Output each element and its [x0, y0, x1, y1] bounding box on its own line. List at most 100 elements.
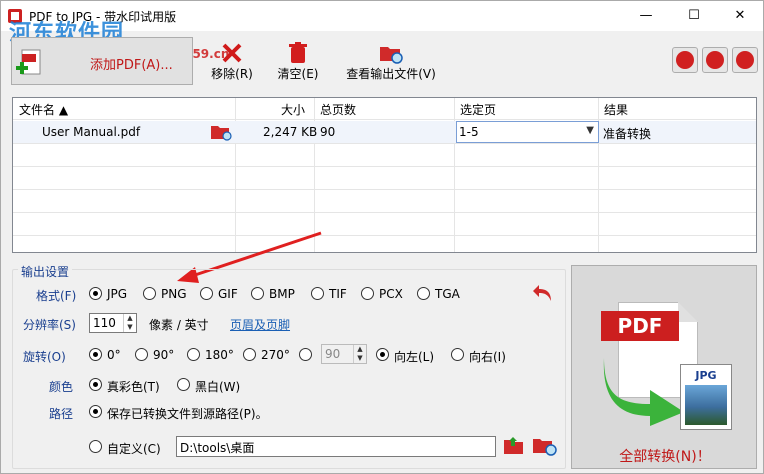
help-button[interactable]: [732, 47, 758, 73]
page-fold: [678, 302, 698, 322]
format-pcx-radio[interactable]: [361, 287, 374, 300]
rotate-custom-spinner: 90 ▲ ▼: [321, 344, 367, 364]
table-row[interactable]: User Manual.pdf 2,247 KB 90 准备转换: [13, 121, 756, 143]
row-divider: [13, 143, 756, 144]
add-pdf-button[interactable]: 添加PDF(A)...: [11, 37, 193, 85]
format-pcx-label: PCX: [379, 287, 403, 301]
register-button[interactable]: [702, 47, 728, 73]
rotate-label: 旋转(O): [23, 350, 66, 364]
color-true-label: 真彩色(T): [107, 380, 160, 394]
folder-search-icon[interactable]: [532, 435, 558, 457]
output-path-input[interactable]: D:\tools\桌面: [176, 436, 496, 457]
maximize-button[interactable]: ☐: [671, 3, 717, 29]
undo-icon[interactable]: [531, 281, 555, 303]
rotate-custom-value: 90: [325, 347, 341, 361]
path-custom-radio[interactable]: [89, 440, 102, 453]
remove-button[interactable]: 移除(R): [207, 41, 257, 85]
web-button[interactable]: [672, 47, 698, 73]
format-png-label: PNG: [161, 287, 187, 301]
row-size: 2,247 KB: [263, 125, 318, 139]
direction-left-radio[interactable]: [376, 348, 389, 361]
selected-pages-value: 1-5: [459, 125, 479, 139]
jpg-image-icon: JPG: [680, 364, 732, 430]
format-gif-label: GIF: [218, 287, 238, 301]
column-filename[interactable]: 文件名 ▲: [19, 101, 68, 118]
rotate-0-label: 0°: [107, 348, 121, 362]
view-output-button[interactable]: 查看输出文件(V): [341, 41, 441, 85]
rotate-270-radio[interactable]: [243, 348, 256, 361]
app-window: PDF to JPG - 带水印试用版 — ☐ ✕ 河东软件园 www.pc03…: [0, 0, 764, 474]
red-x-icon: [222, 43, 242, 63]
path-source-radio[interactable]: [89, 405, 102, 418]
resolution-unit: 像素 / 英寸: [149, 318, 209, 332]
convert-all-button[interactable]: PDF JPG 全部转换(N)！: [571, 265, 757, 469]
rotate-custom-radio[interactable]: [299, 348, 312, 361]
format-bmp-radio[interactable]: [251, 287, 264, 300]
jpg-badge: JPG: [695, 369, 717, 382]
key-icon: [706, 51, 724, 69]
header-footer-link[interactable]: 页眉及页脚: [230, 316, 290, 333]
green-arrow-icon: [603, 358, 684, 426]
chevron-down-icon: ▼: [586, 125, 594, 136]
path-source-label: 保存已转换文件到源路径(P)。: [107, 407, 268, 421]
rotate-90-radio[interactable]: [135, 348, 148, 361]
path-label: 路径: [49, 407, 74, 421]
row-divider: [13, 166, 756, 167]
resolution-label: 分辨率(S): [23, 318, 76, 332]
row-divider: [13, 235, 756, 236]
path-custom-label: 自定义(C): [107, 442, 161, 456]
rotate-90-label: 90°: [153, 348, 175, 362]
output-settings-title: 输出设置: [18, 263, 73, 280]
convert-all-label: 全部转换(N)！: [619, 449, 711, 465]
direction-right-radio[interactable]: [451, 348, 464, 361]
format-tga-radio[interactable]: [417, 287, 430, 300]
remove-label: 移除(R): [211, 67, 253, 81]
color-true-radio[interactable]: [89, 378, 102, 391]
format-tif-label: TIF: [329, 287, 347, 301]
pdf-badge: PDF: [601, 311, 679, 341]
direction-left-label: 向左(L): [394, 350, 435, 364]
format-tif-radio[interactable]: [311, 287, 324, 300]
folder-search-icon: [380, 47, 403, 64]
trash-icon: [289, 42, 307, 63]
rotate-180-radio[interactable]: [187, 348, 200, 361]
landscape-thumbnail: [685, 385, 727, 425]
color-bw-radio[interactable]: [177, 378, 190, 391]
globe-icon: [676, 51, 694, 69]
rotate-270-label: 270°: [261, 348, 290, 362]
clear-label: 清空(E): [277, 67, 319, 81]
view-output-label: 查看输出文件(V): [346, 67, 436, 81]
add-pdf-label: 添加PDF(A)...: [90, 58, 173, 73]
rotate-0-radio[interactable]: [89, 348, 102, 361]
close-button[interactable]: ✕: [717, 3, 763, 29]
column-size[interactable]: 大小: [281, 101, 305, 118]
column-result[interactable]: 结果: [604, 101, 628, 118]
selected-pages-dropdown[interactable]: 1-5 ▼: [456, 121, 599, 143]
output-path-value: D:\tools\桌面: [180, 441, 255, 455]
folder-browse-icon[interactable]: [503, 435, 527, 457]
resolution-value: 110: [93, 316, 116, 330]
row-divider: [13, 189, 756, 190]
color-label: 颜色: [49, 380, 74, 394]
column-selected[interactable]: 选定页: [460, 101, 496, 118]
direction-right-label: 向右(I): [469, 350, 506, 364]
spinner-arrows-icon: ▲ ▼: [353, 345, 366, 363]
format-tga-label: TGA: [435, 287, 460, 301]
format-jpg-label: JPG: [107, 287, 128, 301]
row-filename: User Manual.pdf: [42, 125, 141, 139]
format-png-radio[interactable]: [143, 287, 156, 300]
row-result: 准备转换: [603, 127, 652, 141]
column-pages[interactable]: 总页数: [320, 101, 356, 118]
add-file-icon: [16, 49, 41, 75]
resolution-spinner[interactable]: 110 ▲ ▼: [89, 313, 137, 333]
row-pages: 90: [320, 125, 336, 139]
file-table[interactable]: 文件名 ▲ 大小 总页数 选定页 结果 User Manual.pdf 2,24…: [12, 97, 757, 253]
color-bw-label: 黑白(W): [195, 380, 241, 394]
folder-search-icon[interactable]: [210, 123, 234, 141]
format-gif-radio[interactable]: [200, 287, 213, 300]
minimize-button[interactable]: —: [623, 3, 669, 29]
format-bmp-label: BMP: [269, 287, 295, 301]
spinner-arrows-icon[interactable]: ▲ ▼: [123, 314, 136, 332]
format-jpg-radio[interactable]: [89, 287, 102, 300]
clear-button[interactable]: 清空(E): [273, 41, 323, 85]
